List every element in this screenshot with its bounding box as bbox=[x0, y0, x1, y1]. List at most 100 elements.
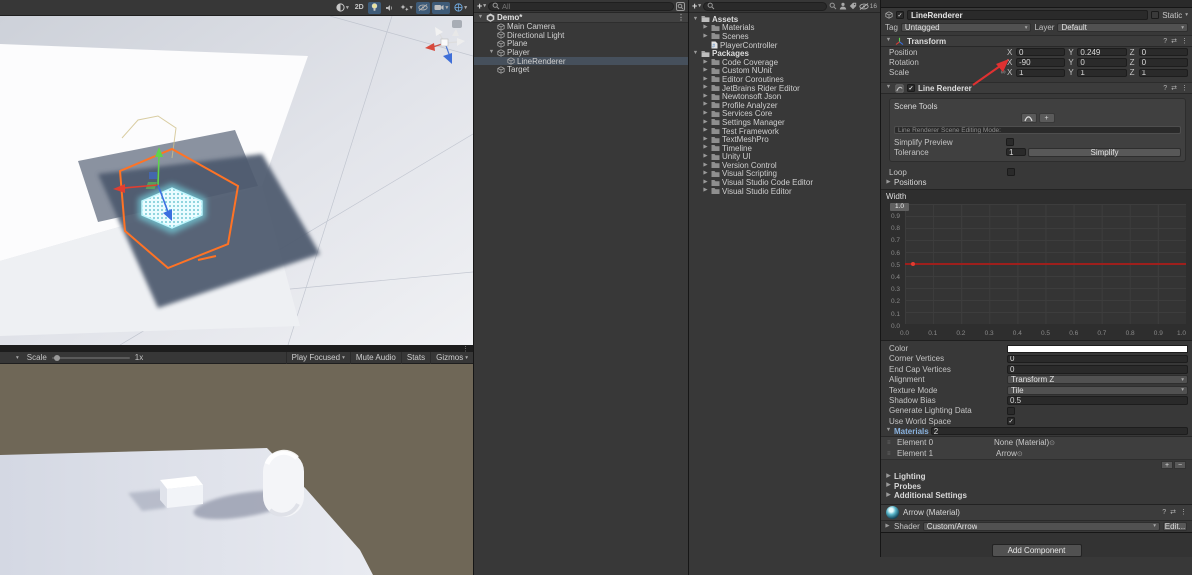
position-x-input[interactable] bbox=[1016, 47, 1066, 57]
remove-material-button[interactable]: − bbox=[1174, 461, 1186, 470]
loop-checkbox[interactable] bbox=[1007, 168, 1015, 177]
transform-component-header[interactable]: ▼ Transform ? ⇄ ⋮ bbox=[881, 35, 1192, 47]
position-y-input[interactable] bbox=[1077, 47, 1127, 57]
foldout-icon[interactable]: ▶ bbox=[702, 188, 709, 194]
project-item-scenes[interactable]: ▶ Scenes bbox=[689, 32, 880, 41]
edit-curve-tool-button[interactable] bbox=[1020, 113, 1037, 124]
scene-visibility-toggle[interactable] bbox=[416, 1, 431, 14]
presets-icon[interactable]: ⇄ bbox=[1170, 508, 1176, 516]
scale-slider-handle[interactable] bbox=[53, 354, 60, 361]
foldout-additional-settings[interactable]: ▶ Additional Settings bbox=[881, 491, 1192, 501]
foldout-icon[interactable]: ▼ bbox=[692, 16, 699, 23]
scale-x-input[interactable] bbox=[1016, 68, 1066, 78]
width-curve-editor[interactable]: Width 1.0 0.9 0.8 0.7 0.6 0.5 0.4 0.3 0.2 0.1 0.0… bbox=[881, 189, 1192, 342]
scale-z-input[interactable] bbox=[1138, 68, 1188, 78]
hierarchy-item-linerenderer[interactable]: LineRenderer bbox=[474, 57, 688, 66]
foldout-icon[interactable]: ▶ bbox=[702, 33, 709, 40]
foldout-icon[interactable]: ▶ bbox=[702, 119, 709, 126]
stats-button[interactable]: Stats bbox=[400, 351, 430, 364]
project-item-materials[interactable]: ▶ Materials bbox=[689, 23, 880, 32]
gameobject-name-input[interactable] bbox=[907, 10, 1149, 20]
foldout-icon[interactable]: ▶ bbox=[702, 85, 709, 91]
project-item-visual-scripting[interactable]: ▶ Visual Scripting bbox=[689, 169, 880, 178]
foldout-icon[interactable]: ▶ bbox=[702, 162, 709, 169]
material-object-field[interactable]: None (Material)⊙ bbox=[994, 438, 1187, 447]
play-focused-dropdown[interactable]: Play Focused ▾ bbox=[285, 351, 350, 364]
width-curve-line[interactable] bbox=[905, 263, 1186, 266]
position-z-input[interactable] bbox=[1138, 47, 1188, 57]
project-item-unity-ui[interactable]: ▶ Unity UI bbox=[689, 152, 880, 161]
foldout-icon[interactable]: ▶ bbox=[702, 154, 709, 160]
hierarchy-item-plane[interactable]: Plane bbox=[474, 39, 688, 48]
color-gradient-swatch[interactable] bbox=[1007, 344, 1188, 353]
project-create-button[interactable]: + ▾ bbox=[692, 1, 701, 11]
hierarchy-search[interactable] bbox=[488, 1, 674, 11]
line-renderer-enabled-checkbox[interactable]: ✓ bbox=[907, 84, 915, 93]
shader-dropdown[interactable]: Custom/Arrow ▾ bbox=[922, 521, 1160, 531]
add-component-button[interactable]: Add Component bbox=[991, 543, 1082, 557]
foldout-icon[interactable]: ▶ bbox=[702, 59, 709, 66]
help-icon[interactable]: ? bbox=[1163, 38, 1167, 45]
hierarchy-item-directional-light[interactable]: Directional Light bbox=[474, 31, 688, 40]
camera-preview-dropdown[interactable]: ▾ bbox=[432, 1, 451, 14]
positions-foldout[interactable]: ▶ Positions bbox=[881, 178, 1192, 188]
lighting-toggle[interactable] bbox=[367, 1, 381, 14]
search-picker-icon[interactable] bbox=[676, 1, 685, 11]
effects-dropdown[interactable]: ▾ bbox=[398, 2, 415, 14]
project-item-jetbrains-rider-editor[interactable]: ▶ JetBrains Rider Editor bbox=[689, 84, 880, 93]
hierarchy-create-button[interactable]: + ▾ bbox=[477, 1, 486, 11]
foldout-icon[interactable]: ▶ bbox=[702, 145, 709, 151]
component-menu-icon[interactable]: ⋮ bbox=[1181, 84, 1188, 92]
foldout-icon[interactable]: ▼ bbox=[488, 49, 495, 56]
scene-viewport[interactable] bbox=[0, 16, 473, 345]
materials-foldout-icon[interactable]: ▼ bbox=[885, 428, 892, 434]
materials-header[interactable]: ▼ Materials bbox=[881, 426, 1192, 437]
foldout-probes[interactable]: ▶ Probes bbox=[881, 481, 1192, 491]
width-curve-key[interactable] bbox=[911, 262, 915, 267]
material-asset-header[interactable]: Arrow (Material) ? ⇄ ⋮ bbox=[881, 503, 1192, 521]
hidden-packages-toggle[interactable]: 16 bbox=[859, 3, 877, 10]
rotation-y-input[interactable] bbox=[1077, 58, 1127, 67]
add-material-button[interactable]: + bbox=[1161, 461, 1173, 470]
component-menu-icon[interactable]: ⋮ bbox=[1181, 37, 1188, 45]
project-item-timeline[interactable]: ▶ Timeline bbox=[689, 144, 880, 153]
line-renderer-foldout-icon[interactable]: ▼ bbox=[885, 85, 892, 91]
end-cap-vertices-input[interactable] bbox=[1007, 365, 1188, 374]
foldout-icon[interactable]: ▶ bbox=[702, 76, 709, 83]
foldout-icon[interactable]: ▼ bbox=[692, 50, 699, 57]
presets-icon[interactable]: ⇄ bbox=[1171, 84, 1177, 92]
foldout-icon[interactable]: ▶ bbox=[702, 136, 709, 143]
game-viewport[interactable] bbox=[0, 364, 473, 575]
foldout-icon[interactable]: ▶ bbox=[702, 171, 709, 177]
transform-foldout-icon[interactable]: ▼ bbox=[885, 38, 892, 44]
width-curve-plot[interactable] bbox=[905, 204, 1186, 325]
shadow-bias-input[interactable] bbox=[1007, 396, 1188, 405]
foldout-icon[interactable]: ▶ bbox=[702, 93, 709, 100]
project-item-editor-coroutines[interactable]: ▶ Editor Coroutines bbox=[689, 75, 880, 84]
lock-icon[interactable] bbox=[452, 20, 462, 28]
gameobject-cube-icon[interactable] bbox=[885, 11, 893, 19]
static-checkbox[interactable] bbox=[1151, 11, 1160, 19]
tag-dropdown[interactable]: Untagged ▾ bbox=[900, 23, 1032, 32]
hierarchy-item-target[interactable]: Target bbox=[474, 65, 688, 74]
project-item-settings-manager[interactable]: ▶ Settings Manager bbox=[689, 118, 880, 127]
search-by-type-icon[interactable] bbox=[839, 2, 847, 10]
project-item-playercontroller[interactable]: # PlayerController bbox=[689, 41, 880, 50]
object-picker-icon[interactable]: ⊙ bbox=[1049, 440, 1055, 447]
scale-y-input[interactable] bbox=[1077, 68, 1127, 78]
simplify-button[interactable]: Simplify bbox=[1028, 147, 1181, 157]
foldout-icon[interactable]: ▶ bbox=[702, 68, 709, 74]
project-item-packages[interactable]: ▼ Packages bbox=[689, 49, 880, 58]
project-item-custom-nunit[interactable]: ▶ Custom NUnit bbox=[689, 66, 880, 75]
object-picker-icon[interactable]: ⊙ bbox=[1017, 451, 1023, 458]
grid-visibility-dropdown[interactable]: ▾ bbox=[452, 2, 469, 14]
corner-vertices-input[interactable] bbox=[1007, 354, 1188, 364]
materials-count-input[interactable] bbox=[930, 426, 1188, 436]
tolerance-input[interactable] bbox=[1006, 147, 1026, 157]
audio-toggle[interactable] bbox=[383, 2, 396, 14]
hierarchy-item-player[interactable]: ▼ Player bbox=[474, 48, 688, 57]
drag-handle-icon[interactable]: ≡ bbox=[887, 440, 894, 446]
foldout-lighting[interactable]: ▶ Lighting bbox=[881, 471, 1192, 481]
project-item-visual-studio-editor[interactable]: ▶ Visual Studio Editor bbox=[689, 187, 880, 196]
static-dropdown-icon[interactable]: ▾ bbox=[1185, 12, 1188, 18]
